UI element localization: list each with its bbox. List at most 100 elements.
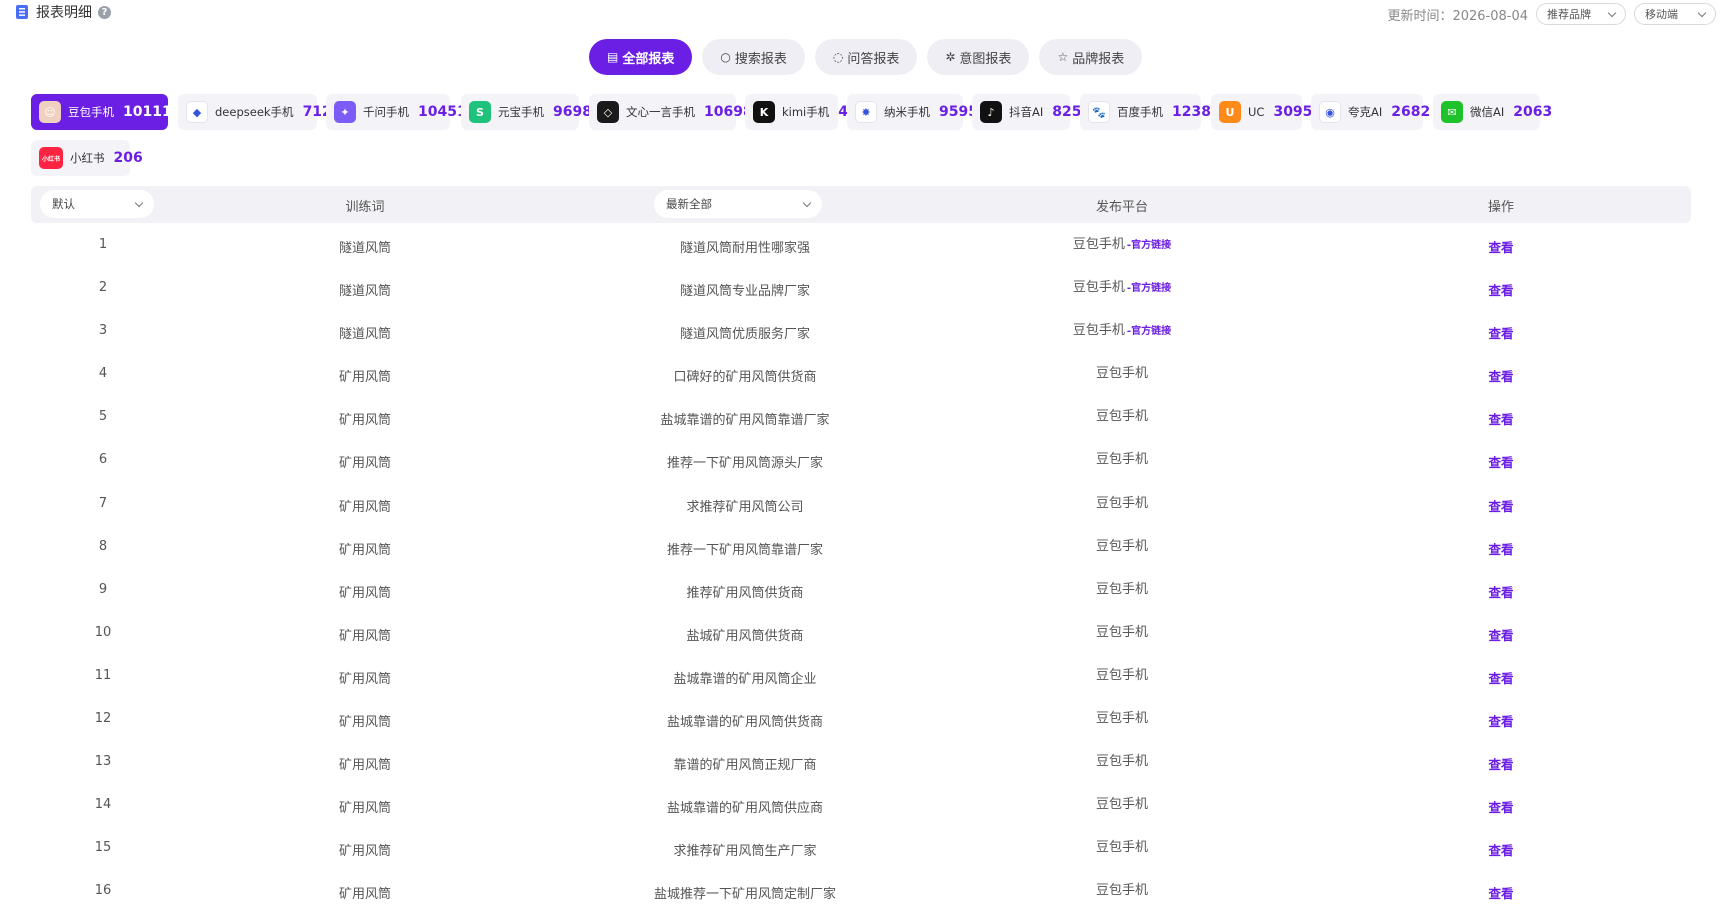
wenxin-logo: ◇ [597,101,619,123]
row-training-word: 矿用风筒 [338,370,392,386]
platform-count: 206 [113,150,143,166]
row-training-word: 矿用风筒 [338,585,392,601]
platform-chip-11[interactable]: ✉ 微信AI 2063 [1433,94,1552,130]
view-button[interactable]: 查看 [1488,366,1513,385]
row-index: 13 [94,754,112,770]
brand-select-label: 推荐品牌 [1547,8,1591,21]
sort-select[interactable]: 默认 [40,190,154,218]
platform-chip-8[interactable]: 🐾 百度手机 1238 [1080,94,1211,130]
table-row: 14 矿用风筒 盐城靠谱的矿用风筒供应商 豆包手机 查看 [31,785,1691,828]
row-platform: 豆包手机 [1096,664,1148,683]
table-row: 11 矿用风筒 盐城靠谱的矿用风筒企业 豆包手机 查看 [31,656,1691,699]
device-select[interactable]: 移动端 [1634,3,1716,25]
row-training-word: 矿用风筒 [338,456,392,472]
col-header-word: 训练词 [345,200,385,215]
tab-label: 意图报表 [959,51,1012,67]
view-button[interactable]: 查看 [1488,237,1513,256]
brand-select[interactable]: 推荐品牌 [1536,3,1626,25]
row-training-word: 隧道风筒 [338,241,392,256]
tab-report-2[interactable]: ◌ 问答报表 [814,39,918,75]
uc-logo: U [1219,101,1241,123]
row-index: 10 [94,624,112,640]
table-row: 7 矿用风筒 求推荐矿用风筒公司 豆包手机 查看 [31,484,1691,527]
platform-name: 百度手机 [1117,105,1163,119]
row-question: 靠谱的矿用风筒正规厂商 [673,758,817,774]
row-platform-name: 豆包手机 [1095,581,1149,597]
col-header-platform: 发布平台 [1095,200,1149,215]
official-link[interactable]: -官方链接 [1127,326,1171,337]
platform-name: kimi手机 [782,105,830,119]
platform-chip-4[interactable]: ◇ 文心一言手机 10698 [589,94,753,130]
view-button[interactable]: 查看 [1488,840,1513,859]
row-platform: 豆包手机 -官方链接 [1073,233,1171,252]
tab-report-0[interactable]: ▤ 全部报表 [589,39,693,75]
tab-report-1[interactable]: ○ 搜索报表 [702,39,805,75]
platform-chip-7[interactable]: ♪ 抖音AI 825 [972,94,1082,130]
platform-chip-3[interactable]: S 元宝手机 9698 [461,94,592,130]
chevron-down-icon [1607,8,1617,17]
row-index: 4 [98,366,108,382]
view-button[interactable]: 查看 [1488,625,1513,644]
row-question: 隧道风筒专业品牌厂家 [679,284,811,300]
platform-name: 小红书 [70,151,105,165]
view-button[interactable]: 查看 [1488,323,1513,342]
row-question: 盐城矿用风筒供货商 [686,628,804,644]
view-button[interactable]: 查看 [1488,797,1513,816]
platform-name: 微信AI [1470,105,1505,119]
platform-chip-0[interactable]: ☺ 豆包手机 10111 [31,94,172,130]
header-controls: 更新时间：2026-08-04 推荐品牌 移动端 [1387,3,1716,25]
row-platform-name: 豆包手机 [1072,280,1125,296]
document-icon: ▤ [607,50,619,64]
view-button[interactable]: 查看 [1488,711,1513,730]
report-tabs: ▤ 全部报表 ○ 搜索报表 ◌ 问答报表 ✲ 意图报表 ☆ 品牌报表 [589,39,1143,75]
device-select-label: 移动端 [1645,8,1678,21]
platform-chip-9[interactable]: U UC 3095 [1211,94,1312,130]
row-index: 7 [98,495,108,511]
row-platform-name: 豆包手机 [1072,323,1125,339]
platform-count: 825 [1052,104,1082,120]
row-platform: 豆包手机 -官方链接 [1073,319,1171,338]
platform-chip-5[interactable]: Kkimi手机 4 [745,94,848,130]
wechat-logo: ✉ [1441,101,1463,123]
row-platform: 豆包手机 [1096,492,1148,511]
table-row: 2 隧道风筒 隧道风筒专业品牌厂家 豆包手机 -官方链接 查看 [31,268,1691,311]
row-question: 推荐矿用风筒供货商 [686,585,804,601]
quark-logo: ◉ [1319,101,1341,123]
row-platform: 豆包手机 [1096,405,1148,424]
view-button[interactable]: 查看 [1488,539,1513,558]
row-question: 推荐一下矿用风筒源头厂家 [666,456,824,472]
latest-select[interactable]: 最新全部 [654,190,822,218]
tab-report-4[interactable]: ☆ 品牌报表 [1039,39,1143,75]
view-button[interactable]: 查看 [1488,409,1513,428]
view-button[interactable]: 查看 [1488,668,1513,687]
platform-chip-6[interactable]: ✸ 纳米手机 9595 [847,94,978,130]
platform-count: 2682 [1391,104,1431,120]
platform-chip-2[interactable]: ✦ 千问手机 10451 [326,94,467,130]
row-question: 隧道风筒耐用性哪家强 [679,241,811,256]
view-button[interactable]: 查看 [1488,883,1513,902]
chevron-down-icon [1697,8,1707,17]
platform-name: UC [1248,105,1265,119]
view-button[interactable]: 查看 [1488,496,1513,515]
official-link[interactable]: -官方链接 [1127,240,1171,251]
view-button[interactable]: 查看 [1488,582,1513,601]
qianwen-logo: ✦ [334,101,356,123]
view-button[interactable]: 查看 [1488,754,1513,773]
view-button[interactable]: 查看 [1488,280,1513,299]
help-icon[interactable]: ? [98,5,111,19]
row-platform: 豆包手机 [1096,448,1148,467]
official-link[interactable]: -官方链接 [1127,283,1171,294]
row-index: 12 [94,711,112,727]
row-index: 14 [94,797,112,813]
row-platform: 豆包手机 [1096,793,1148,812]
tab-report-3[interactable]: ✲ 意图报表 [927,39,1030,75]
table-row: 5 矿用风筒 盐城靠谱的矿用风筒靠谱厂家 豆包手机 查看 [31,397,1691,440]
row-training-word: 矿用风筒 [338,887,392,903]
platform-chip-1[interactable]: ◆ deepseek手机 7120 [178,94,342,130]
row-platform: 豆包手机 -官方链接 [1073,276,1171,295]
platform-chip-12[interactable]: 小红书 小红书 206 [31,140,143,176]
view-button[interactable]: 查看 [1488,452,1513,471]
platform-chip-10[interactable]: ◉ 夸克AI 2682 [1311,94,1430,130]
row-platform: 豆包手机 [1096,621,1148,640]
row-index: 11 [94,667,112,683]
